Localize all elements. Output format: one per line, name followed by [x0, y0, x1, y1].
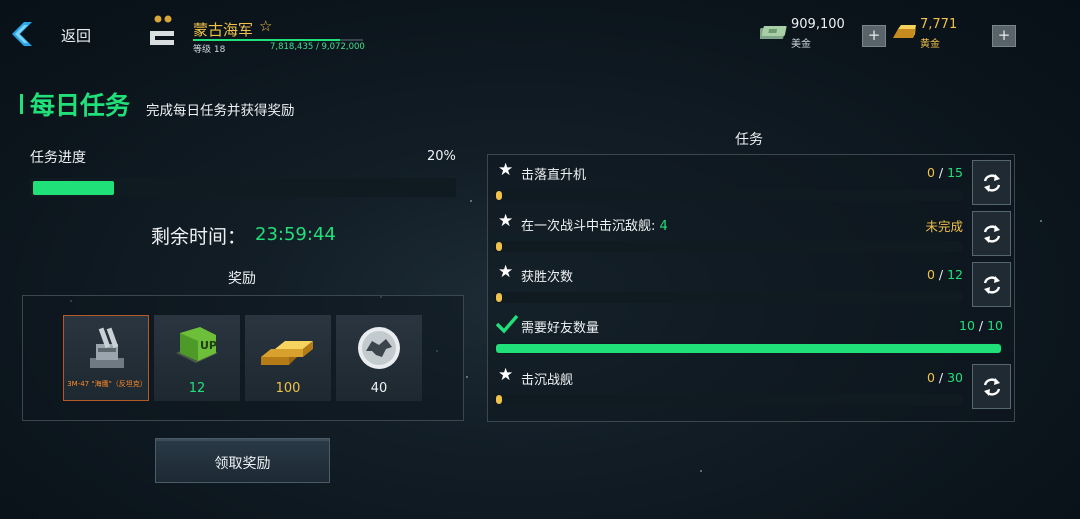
rank-insignia-icon [146, 14, 182, 54]
reward-name: 3M-47 "海鹰"（反坦克） [67, 380, 147, 388]
cash-stack-icon [758, 25, 788, 41]
time-remaining-label: 剩余时间： [151, 226, 247, 248]
xp-bar-fill [193, 39, 340, 41]
back-button[interactable] [8, 18, 36, 50]
task-name: 击沉战舰 [521, 373, 574, 388]
refresh-task-button[interactable] [972, 211, 1011, 256]
eagle-emblem-icon [358, 327, 400, 369]
task-progress-track [494, 241, 963, 252]
bg-speck [470, 200, 472, 202]
bg-speck [466, 376, 468, 378]
add-cash-button[interactable]: + [862, 25, 886, 47]
task-progress-fill [496, 191, 502, 200]
tasks-title: 任务 [735, 132, 763, 148]
refresh-icon [983, 225, 1001, 243]
task-name: 在一次战斗中击沉敌舰: 4 [521, 219, 668, 234]
time-remaining-value: 23:59:44 [255, 224, 336, 245]
task-progress-fill [496, 395, 502, 404]
progress-label: 任务进度 [30, 150, 86, 166]
page-title: 每日任务 [30, 91, 131, 120]
progress-bar-fill [33, 181, 114, 195]
rewards-title: 奖励 [228, 271, 256, 287]
claim-reward-label: 领取奖励 [214, 456, 271, 472]
player-level: 等级 18 [193, 45, 226, 55]
xp-text: 7,818,435 / 9,072,000 [270, 42, 365, 52]
refresh-task-button[interactable] [972, 160, 1011, 205]
gold-value: 7,771 [920, 17, 958, 32]
refresh-task-button[interactable] [972, 262, 1011, 307]
claim-reward-button[interactable]: 领取奖励 [155, 438, 330, 483]
reward-card[interactable]: UP 12 [154, 315, 240, 401]
chevron-left-icon [12, 22, 32, 46]
gold-bar-icon [891, 24, 917, 42]
star-icon: ★ [498, 262, 514, 282]
turret-icon [90, 327, 124, 368]
bg-speck [700, 470, 702, 472]
refresh-icon [983, 276, 1001, 294]
back-label[interactable]: 返回 [61, 25, 91, 46]
progress-percent: 20% [427, 149, 456, 164]
upgrade-kit-icon: UP [176, 327, 218, 363]
task-count: 0 / 15 [926, 165, 963, 180]
gold-label: 黄金 [920, 39, 940, 50]
task-progress-track [494, 292, 963, 303]
star-icon: ★ [498, 211, 514, 231]
task-progress-fill [496, 293, 502, 302]
bg-speck [1040, 220, 1042, 222]
reward-quantity: 12 [188, 381, 206, 396]
task-name: 击落直升机 [521, 168, 587, 183]
task-progress-fill [496, 344, 1001, 353]
page-subtitle: 完成每日任务并获得奖励 [146, 103, 295, 119]
reward-card[interactable]: 3M-47 "海鹰"（反坦克） [63, 315, 149, 401]
reward-card[interactable]: 40 [336, 315, 422, 401]
checkmark-icon [495, 314, 519, 334]
star-icon: ★ [498, 160, 514, 180]
task-progress-fill [496, 242, 502, 251]
add-gold-button[interactable]: + [992, 25, 1016, 47]
task-name: 获胜次数 [521, 270, 574, 285]
player-name: 蒙古海军 [193, 21, 254, 39]
star-icon: ★ [498, 365, 514, 385]
task-progress-track [494, 394, 963, 405]
cash-value: 909,100 [791, 17, 845, 32]
task-count: 0 / 30 [926, 370, 963, 385]
gold-bars-icon [261, 341, 313, 365]
task-name: 需要好友数量 [521, 321, 600, 336]
star-outline-icon: ☆ [259, 17, 273, 35]
reward-card[interactable]: 100 [245, 315, 331, 401]
header-accent-bar [20, 94, 23, 114]
task-progress-track [494, 190, 963, 201]
refresh-icon [983, 378, 1001, 396]
reward-quantity: 40 [370, 381, 388, 396]
task-status: 未完成 [925, 219, 963, 234]
refresh-task-button[interactable] [972, 364, 1011, 409]
task-count: 10 / 10 [959, 318, 1003, 333]
svg-text:UP: UP [200, 339, 217, 352]
cash-label: 美金 [791, 39, 811, 50]
refresh-icon [983, 174, 1001, 192]
task-count: 0 / 12 [926, 267, 963, 282]
reward-quantity: 100 [275, 381, 301, 396]
